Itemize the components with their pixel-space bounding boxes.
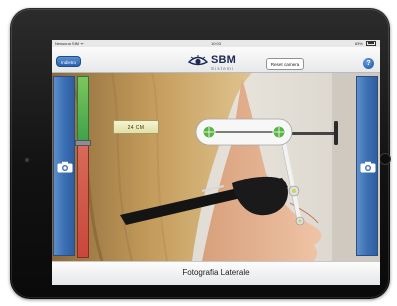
camera-icon[interactable] — [57, 161, 73, 173]
logo-subtitle: Sistemi — [211, 66, 235, 71]
battery-icon — [366, 40, 376, 46]
page-title: Fotografia Laterale — [182, 268, 250, 277]
camera-photo — [52, 73, 380, 261]
eye-logo-icon — [188, 55, 208, 66]
battery-percent: 83% — [354, 41, 363, 46]
right-capture-panel[interactable] — [356, 76, 378, 256]
distance-readout: 24 CM — [113, 120, 159, 134]
reset-camera-button[interactable]: Reset camera — [266, 58, 304, 70]
back-button[interactable]: Indietro — [56, 56, 82, 67]
tablet-frame: Nessuna SIM ᯤ 10:03 83% Indietro SBM Sis… — [10, 8, 391, 299]
logo-title: SBM — [211, 54, 237, 66]
help-button[interactable]: ? — [363, 58, 374, 69]
navigation-bar: Indietro SBM Sistemi Reset camera ? — [52, 47, 380, 73]
caption-bar: Fotografia Laterale — [52, 261, 380, 285]
camera-preview: 24 CM — [52, 73, 380, 261]
battery-indicator: 83% — [355, 40, 376, 47]
gauge-green-zone — [77, 76, 89, 142]
camera-icon[interactable] — [360, 161, 376, 173]
status-time: 10:03 — [210, 41, 221, 46]
screen: Nessuna SIM ᯤ 10:03 83% Indietro SBM Sis… — [52, 40, 380, 285]
gauge-red-zone — [77, 144, 89, 258]
sbm-logo: SBM Sistemi — [188, 50, 244, 72]
front-camera-lens — [25, 158, 29, 162]
gauge-marker[interactable] — [75, 140, 91, 146]
level-gauge — [75, 76, 91, 258]
status-bar: Nessuna SIM ᯤ 10:03 83% — [52, 40, 380, 47]
home-button[interactable] — [379, 153, 391, 165]
left-capture-panel[interactable] — [53, 76, 75, 256]
